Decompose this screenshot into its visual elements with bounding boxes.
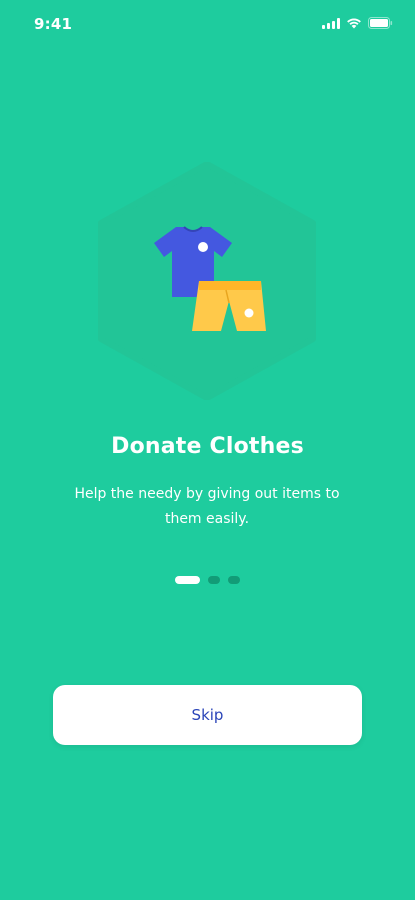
skip-button[interactable]: Skip (53, 685, 362, 745)
status-time: 9:41 (34, 15, 73, 33)
onboarding-title: Donate Clothes (111, 434, 304, 459)
onboarding-illustration (97, 162, 317, 400)
page-dot-active (175, 576, 200, 584)
wifi-icon (346, 17, 362, 29)
onboarding-description: Help the needy by giving out items to th… (74, 486, 340, 527)
signal-icon (322, 17, 340, 29)
page-dot (208, 576, 220, 584)
shorts-icon (192, 281, 266, 331)
status-bar: 9:41 (0, 0, 415, 50)
battery-icon (368, 17, 393, 29)
status-icons (322, 17, 393, 29)
page-dot (228, 576, 240, 584)
page-indicator (0, 576, 415, 584)
